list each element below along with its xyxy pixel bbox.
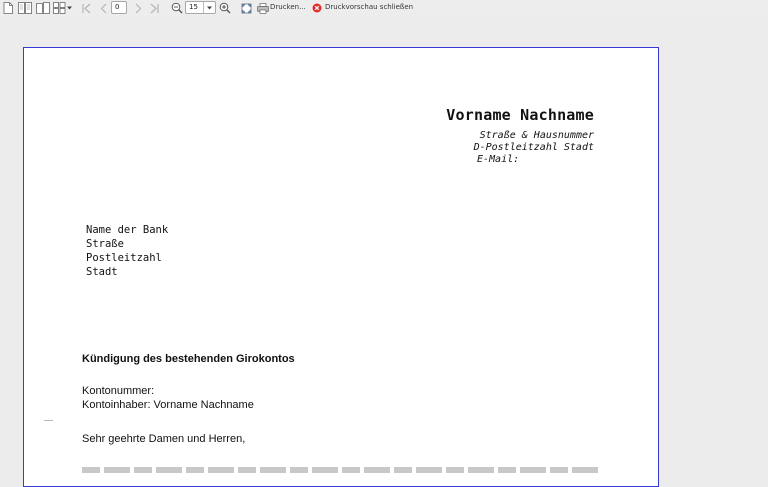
page-number-input[interactable]: 0: [111, 1, 127, 14]
full-screen-icon[interactable]: [240, 0, 252, 16]
previous-page-icon[interactable]: [97, 0, 109, 16]
last-page-icon[interactable]: [148, 0, 160, 16]
chevron-down-icon[interactable]: [203, 2, 215, 13]
sender-email: E-Mail:: [477, 154, 520, 165]
recipient-street: Straße: [86, 238, 124, 250]
zoom-in-icon[interactable]: [218, 0, 231, 16]
salutation: Sehr geehrte Damen und Herren,: [82, 433, 246, 445]
zoom-value: 15: [189, 3, 198, 11]
sender-city: D-Postleitzahl Stadt: [473, 142, 594, 153]
multi-page-dropdown-icon[interactable]: [66, 0, 73, 16]
sender-name: Vorname Nachname: [446, 106, 594, 124]
letter-subject: Kündigung des bestehenden Girokontos: [82, 353, 295, 365]
close-circle-icon[interactable]: [311, 0, 323, 16]
recipient-postal: Postleitzahl: [86, 252, 162, 264]
single-page-icon[interactable]: [2, 0, 14, 16]
zoom-out-icon[interactable]: [170, 0, 183, 16]
fold-mark: [44, 420, 53, 421]
cut-off-body-text: [82, 467, 602, 473]
book-view-icon[interactable]: [35, 0, 50, 16]
facing-pages-icon[interactable]: [17, 0, 32, 16]
account-number: Kontonummer:: [82, 385, 155, 397]
account-holder: Kontoinhaber: Vorname Nachname: [82, 399, 254, 411]
sender-street: Straße & Hausnummer: [479, 130, 594, 141]
print-preview-toolbar: 0 15 Drucken... Druckvorschau schließen: [0, 0, 768, 16]
first-page-icon[interactable]: [80, 0, 92, 16]
recipient-city: Stadt: [86, 266, 118, 278]
zoom-select[interactable]: 15: [185, 1, 216, 14]
close-preview-button[interactable]: Druckvorschau schließen: [325, 3, 413, 12]
print-button[interactable]: Drucken...: [270, 3, 306, 12]
recipient-bank: Name der Bank: [86, 224, 169, 236]
preview-page: Vorname Nachname Straße & Hausnummer D-P…: [23, 47, 659, 487]
next-page-icon[interactable]: [132, 0, 144, 16]
printer-icon[interactable]: [256, 0, 269, 16]
multi-page-icon[interactable]: [52, 0, 66, 16]
